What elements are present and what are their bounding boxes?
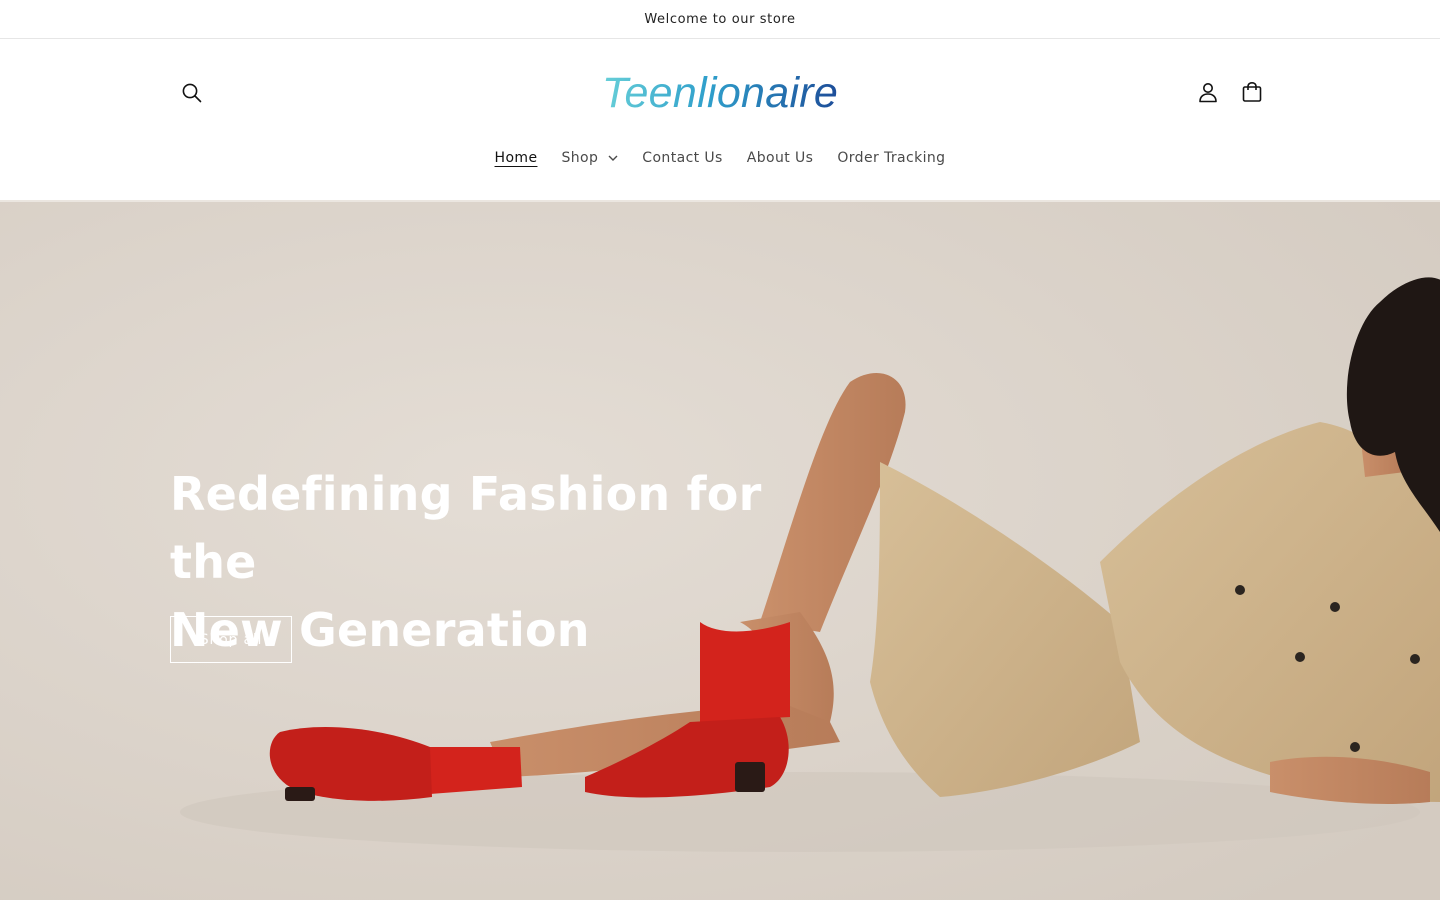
shop-all-label: Shop all xyxy=(199,631,263,648)
nav-item-label: About Us xyxy=(746,150,814,166)
announcement-bar: Welcome to our store xyxy=(0,0,1440,39)
search-icon xyxy=(182,83,202,103)
nav-item-label: Shop xyxy=(561,150,599,166)
store-logo[interactable]: Teenlionaire xyxy=(560,63,880,123)
hero-heading-line1: Redefining Fashion for the xyxy=(170,467,762,589)
nav-item-contact-us[interactable]: Contact Us xyxy=(630,150,734,166)
cart-button[interactable] xyxy=(1230,70,1274,114)
chevron-down-icon xyxy=(608,155,618,161)
announcement-text: Welcome to our store xyxy=(644,11,796,27)
nav-item-label: Order Tracking xyxy=(837,150,946,166)
shop-all-button[interactable]: Shop all xyxy=(170,616,292,663)
site-header: Teenlionaire Home Shop Contact Us About … xyxy=(0,39,1440,200)
nav-item-label: Home xyxy=(494,150,538,166)
logo-text: Teenlionaire xyxy=(602,69,838,117)
nav-item-about-us[interactable]: About Us xyxy=(735,150,826,166)
nav-item-home[interactable]: Home xyxy=(483,150,550,166)
nav-item-label: Contact Us xyxy=(642,150,723,166)
user-icon xyxy=(1199,83,1217,103)
nav-item-order-tracking[interactable]: Order Tracking xyxy=(825,150,957,166)
shopping-bag-icon xyxy=(1242,81,1262,102)
main-navigation: Home Shop Contact Us About Us Order Trac… xyxy=(0,144,1440,172)
hero-banner: Redefining Fashion for the New Generatio… xyxy=(0,200,1440,900)
nav-item-shop[interactable]: Shop xyxy=(549,150,630,166)
search-button[interactable] xyxy=(170,71,214,115)
account-button[interactable] xyxy=(1186,70,1230,114)
